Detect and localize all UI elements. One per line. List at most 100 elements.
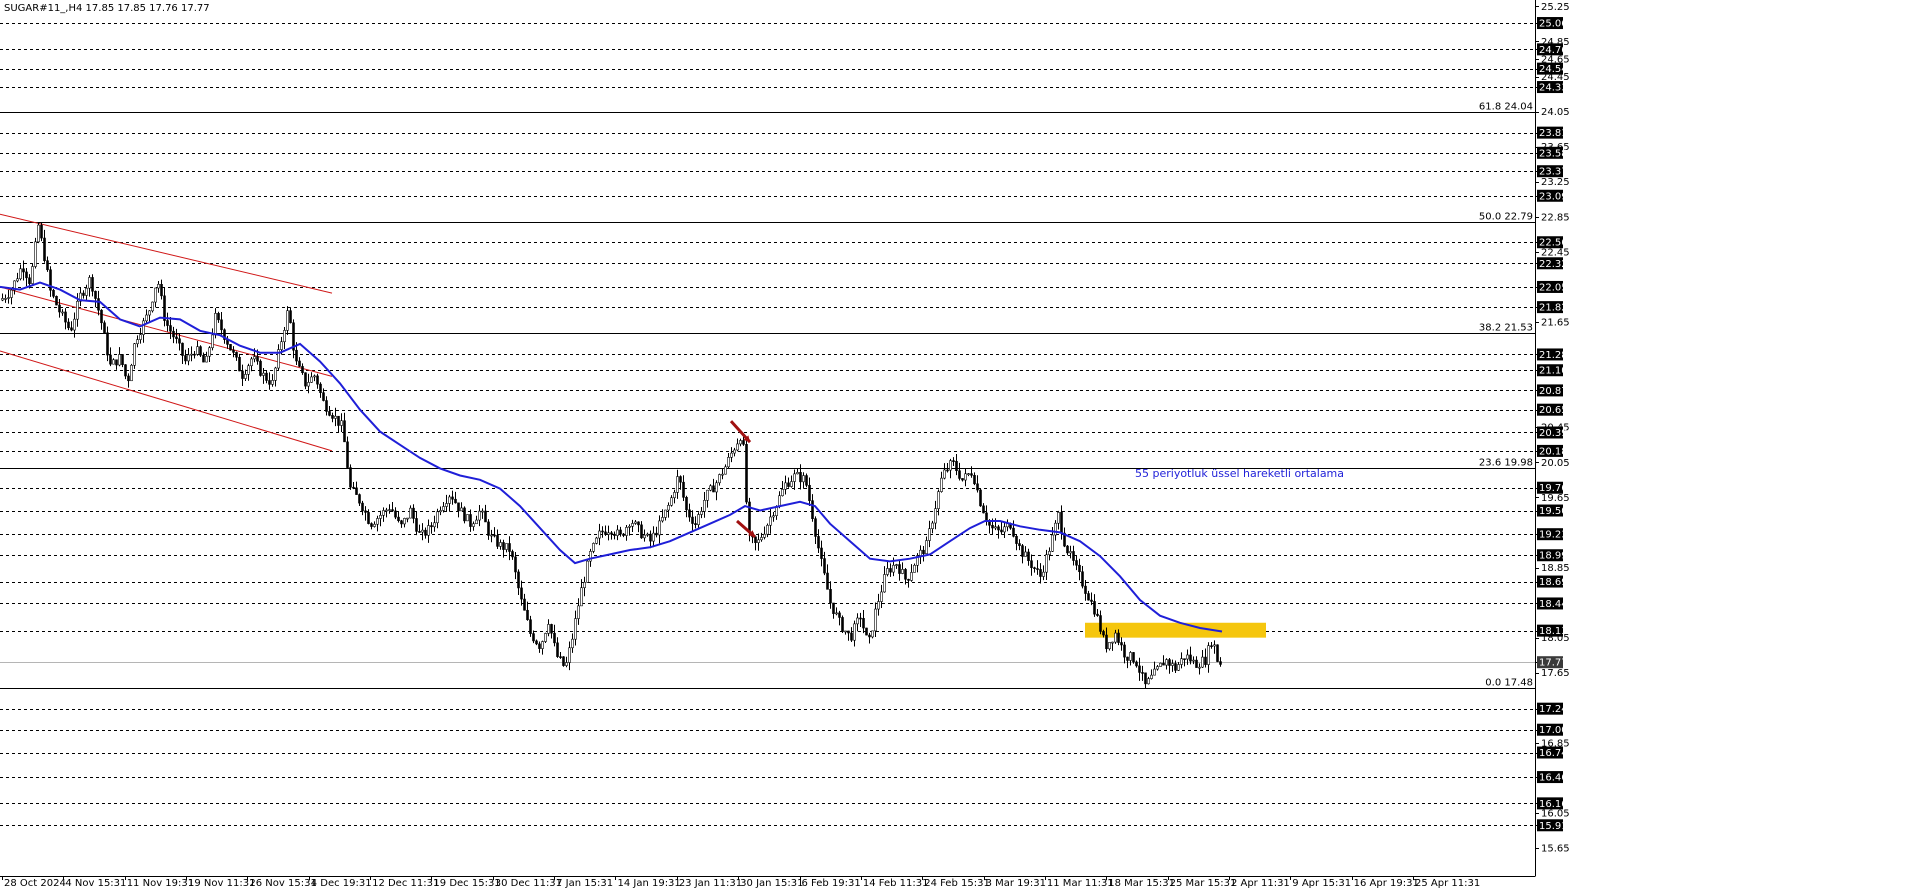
candle-body — [319, 383, 322, 393]
candle-body — [499, 542, 502, 547]
candle-body — [376, 518, 379, 525]
candle-body — [889, 568, 892, 573]
candle-body — [328, 411, 331, 416]
candle-body — [727, 457, 730, 468]
time-tick-label: 12 Dec 11:31 — [372, 878, 439, 888]
candle-body — [307, 382, 310, 387]
time-tick-label: 25 Apr 11:31 — [1415, 878, 1480, 888]
fib-label: 23.6 19.98 — [1479, 458, 1533, 469]
candle-body — [694, 523, 697, 525]
candle-body — [970, 473, 973, 476]
candle-body — [1018, 543, 1021, 546]
candle-body — [10, 289, 13, 298]
price-tick-label: 17.00 — [1539, 725, 1568, 736]
candle-body — [265, 372, 268, 381]
candle-body — [1177, 664, 1180, 671]
candle-body — [133, 343, 136, 366]
candle-body — [388, 509, 391, 511]
candle-body — [454, 498, 457, 504]
candle-body — [304, 372, 307, 387]
candle-body — [523, 598, 526, 611]
candle-body — [460, 507, 463, 512]
candle-body — [913, 564, 916, 573]
candle-body — [793, 473, 796, 482]
candle-body — [742, 440, 745, 445]
candle-body — [1204, 656, 1207, 665]
candle-body — [481, 510, 484, 513]
candle-body — [526, 609, 529, 621]
fib-label: 0.0 17.48 — [1485, 678, 1533, 689]
candle-body — [205, 355, 208, 363]
candle-body — [355, 487, 358, 495]
candle-body — [367, 512, 370, 524]
candle-body — [676, 476, 679, 493]
candle-body — [865, 627, 868, 636]
price-tick-label: 15.91 — [1539, 821, 1568, 832]
price-tick-label: 23.37 — [1539, 167, 1568, 178]
time-tick-label: 24 Feb 15:31 — [924, 878, 990, 888]
candle-body — [463, 507, 466, 522]
price-tick-label: 25.25 — [1541, 2, 1570, 13]
candle-body — [130, 364, 133, 382]
candle-body — [703, 500, 706, 512]
candle-body — [877, 601, 880, 610]
candle-body — [826, 572, 829, 590]
candle-body — [373, 523, 376, 527]
candle-body — [691, 516, 694, 524]
candle-body — [1153, 668, 1156, 676]
candle-body — [496, 535, 499, 547]
time-tick-label: 11 Mar 11:31 — [1047, 878, 1114, 888]
candle-body — [1021, 545, 1024, 557]
candle-body — [1015, 535, 1018, 544]
candle-body — [448, 496, 451, 504]
price-tick-label: 20.39 — [1539, 428, 1568, 439]
candle-body — [550, 624, 553, 634]
candle-body — [580, 587, 583, 607]
candle-body — [1183, 658, 1186, 660]
candle-body — [406, 517, 409, 520]
candle-body — [124, 364, 127, 377]
candle-body — [1174, 663, 1177, 671]
candle-body — [673, 492, 676, 499]
time-tick-label: 30 Jan 15:31 — [740, 878, 803, 888]
candle-body — [1066, 545, 1069, 554]
candle-body — [820, 547, 823, 559]
candle-body — [1081, 571, 1084, 587]
candle-body — [43, 237, 46, 261]
candle-body — [1159, 662, 1162, 667]
candle-body — [1057, 512, 1060, 524]
candle-body — [667, 505, 670, 511]
price-tick-label: 17.77 — [1539, 658, 1568, 669]
candle-body — [268, 380, 271, 385]
candle-body — [142, 320, 145, 335]
candle-body — [760, 537, 763, 541]
candle-body — [340, 420, 343, 426]
candle-body — [1162, 662, 1165, 666]
candle-body — [904, 569, 907, 580]
price-chart[interactable]: 61.8 24.04 50.0 22.79 38.2 21.53 23.6 19.98… — [0, 0, 1916, 888]
candle-body — [928, 528, 931, 541]
candle-body — [445, 503, 448, 507]
candle-body — [91, 277, 94, 292]
candle-body — [1036, 568, 1039, 570]
candle-body — [799, 472, 802, 483]
candle-body — [592, 543, 595, 552]
candle-body — [817, 536, 820, 549]
candle-body — [919, 549, 922, 556]
candle-body — [136, 339, 139, 345]
candle-body — [1072, 551, 1075, 561]
candle-body — [430, 525, 433, 528]
time-tick-label: 30 Dec 11:31 — [495, 878, 562, 888]
candle-body — [856, 617, 859, 625]
price-tick-label: 15.65 — [1541, 844, 1570, 855]
price-tick-label: 22.05 — [1539, 282, 1568, 293]
candle-body — [175, 336, 178, 340]
candle-body — [1120, 642, 1123, 646]
candle-body — [937, 491, 940, 509]
candle-body — [868, 634, 871, 638]
candle-body — [613, 533, 616, 536]
candle-body — [532, 633, 535, 642]
price-tick-label: 20.65 — [1539, 405, 1568, 416]
candle-body — [172, 330, 175, 338]
candle-body — [844, 630, 847, 633]
